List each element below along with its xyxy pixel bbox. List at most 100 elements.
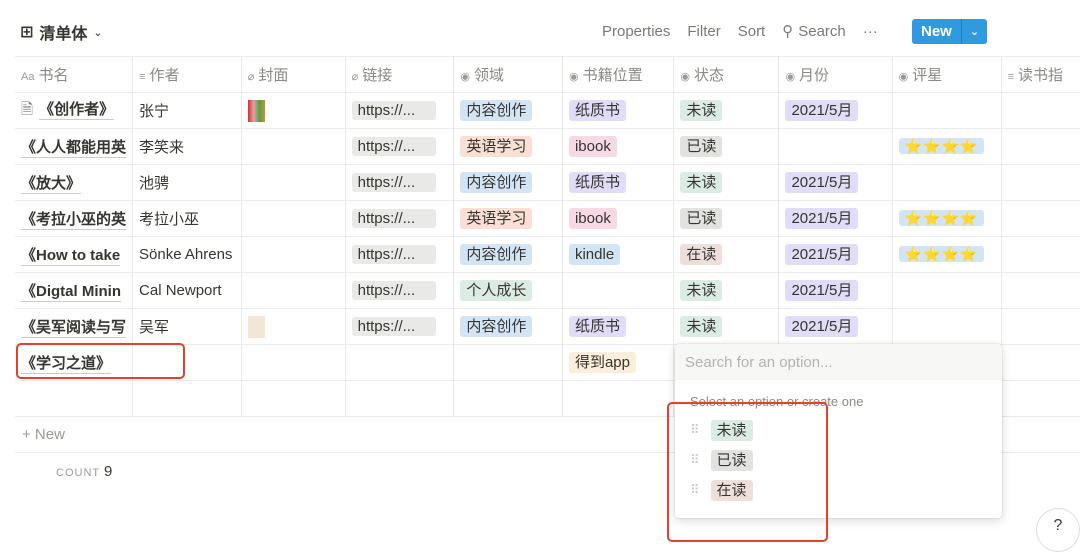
link-chip[interactable]: https://... xyxy=(351,173,436,192)
table-cell[interactable]: 《人人都能用英 xyxy=(15,128,134,165)
option-search-input[interactable]: Search for an option... xyxy=(675,344,1002,380)
column-header[interactable]: ◉ 书籍位置 xyxy=(562,56,675,93)
table-cell[interactable]: kindle xyxy=(562,236,675,273)
add-new-row-button[interactable]: + New xyxy=(22,426,65,443)
table-cell[interactable]: 已读 xyxy=(673,200,780,237)
table-cell[interactable] xyxy=(1001,164,1080,201)
table-cell[interactable]: https://... xyxy=(345,164,455,201)
column-header[interactable]: ≡ 作者 xyxy=(132,56,242,93)
column-header[interactable]: ◉ 状态 xyxy=(673,56,780,93)
table-cell[interactable]: 未读 xyxy=(673,164,780,201)
table-cell[interactable]: ⭐⭐⭐⭐ xyxy=(892,200,1002,237)
table-cell[interactable]: 池骋 xyxy=(132,164,242,201)
table-cell[interactable]: 在读 xyxy=(673,236,780,273)
table-cell[interactable] xyxy=(241,344,346,381)
table-cell[interactable]: https://... xyxy=(345,236,455,273)
table-cell[interactable]: 《How to take xyxy=(15,236,134,273)
table-cell[interactable]: ibook xyxy=(562,200,675,237)
column-header[interactable]: ◉ 月份 xyxy=(778,56,893,93)
search-button[interactable]: ⚲ Search xyxy=(782,22,846,40)
table-cell[interactable] xyxy=(1001,200,1080,237)
more-button[interactable]: ··· xyxy=(863,23,878,40)
sort-button[interactable]: Sort xyxy=(738,23,766,40)
table-cell[interactable]: 纸质书 xyxy=(562,92,675,129)
table-cell[interactable] xyxy=(241,200,346,237)
table-cell[interactable] xyxy=(453,380,563,417)
table-cell[interactable] xyxy=(892,272,1002,309)
table-cell[interactable]: 内容创作 xyxy=(453,236,563,273)
table-cell[interactable]: 2021/5月 xyxy=(778,200,893,237)
table-cell[interactable]: 内容创作 xyxy=(453,92,563,129)
table-cell[interactable] xyxy=(345,344,455,381)
table-cell[interactable] xyxy=(241,164,346,201)
table-cell[interactable]: https://... xyxy=(345,92,455,129)
table-row[interactable]: 《考拉小巫的英 考拉小巫 https://... 英语学习 ibook 已读 2… xyxy=(15,200,1080,237)
cover-image[interactable] xyxy=(247,315,265,338)
table-cell[interactable]: 个人成长 xyxy=(453,272,563,309)
column-header[interactable]: ◉ 评星 xyxy=(892,56,1002,93)
table-cell[interactable] xyxy=(1001,272,1080,309)
table-cell[interactable]: 纸质书 xyxy=(562,308,675,345)
properties-button[interactable]: Properties xyxy=(602,23,670,40)
help-button[interactable]: ? xyxy=(1036,508,1080,552)
table-cell[interactable]: 《放大》 xyxy=(15,164,134,201)
book-name[interactable]: 《考拉小巫的英 xyxy=(21,211,127,230)
table-cell[interactable] xyxy=(1001,128,1080,165)
table-cell[interactable]: 《Digtal Minin xyxy=(15,272,134,309)
table-cell[interactable] xyxy=(15,380,134,417)
table-cell[interactable]: 内容创作 xyxy=(453,164,563,201)
table-cell[interactable]: https://... xyxy=(345,200,455,237)
table-cell[interactable]: ibook xyxy=(562,128,675,165)
column-header[interactable]: ◉ 领域 xyxy=(453,56,563,93)
table-cell[interactable]: 未读 xyxy=(673,272,780,309)
table-cell[interactable]: 2021/5月 xyxy=(778,236,893,273)
table-cell[interactable] xyxy=(892,164,1002,201)
table-cell[interactable]: ⭐⭐⭐⭐ xyxy=(892,236,1002,273)
link-chip[interactable]: https://... xyxy=(351,209,436,228)
table-row[interactable]: 《Digtal Minin Cal Newport https://... 个人… xyxy=(15,272,1080,309)
table-cell[interactable]: 《考拉小巫的英 xyxy=(15,200,134,237)
table-cell[interactable]: https://... xyxy=(345,308,455,345)
link-chip[interactable]: https://... xyxy=(351,245,436,264)
table-cell[interactable]: 李笑来 xyxy=(132,128,242,165)
book-name[interactable]: 《吴军阅读与写 xyxy=(21,319,127,338)
table-cell[interactable] xyxy=(892,308,1002,345)
cover-image[interactable] xyxy=(247,99,265,122)
table-cell[interactable]: Cal Newport xyxy=(132,272,242,309)
table-cell[interactable]: 考拉小巫 xyxy=(132,200,242,237)
table-cell[interactable]: 英语学习 xyxy=(453,200,563,237)
table-cell[interactable] xyxy=(1001,236,1080,273)
table-cell[interactable]: https://... xyxy=(345,128,455,165)
link-chip[interactable]: https://... xyxy=(351,281,436,300)
new-button[interactable]: New ⌄ xyxy=(912,19,987,44)
column-header[interactable]: ⌀ 封面 xyxy=(241,56,346,93)
book-name[interactable]: 《创作者》 xyxy=(39,100,115,120)
book-name[interactable]: 《人人都能用英 xyxy=(21,139,127,158)
table-cell[interactable]: 2021/5月 xyxy=(778,272,893,309)
table-cell[interactable]: 得到app xyxy=(562,344,675,381)
table-cell[interactable]: Sönke Ahrens xyxy=(132,236,242,273)
column-header[interactable]: Aa 书名 xyxy=(15,56,134,93)
table-cell[interactable] xyxy=(1001,92,1080,129)
book-name[interactable]: 《放大》 xyxy=(21,175,82,194)
table-cell[interactable]: 吴军 xyxy=(132,308,242,345)
table-cell[interactable] xyxy=(241,272,346,309)
column-header[interactable]: ≡ 读书指 xyxy=(1001,56,1080,93)
table-cell[interactable]: 内容创作 xyxy=(453,308,563,345)
table-cell[interactable] xyxy=(132,380,242,417)
table-row[interactable]: 《放大》 池骋 https://... 内容创作 纸质书 未读 2021/5月 xyxy=(15,164,1080,201)
book-name[interactable]: 《Digtal Minin xyxy=(21,283,121,302)
table-cell[interactable]: 纸质书 xyxy=(562,164,675,201)
count-summary[interactable]: COUNT 9 xyxy=(56,463,112,480)
table-cell[interactable]: 未读 xyxy=(673,92,780,129)
table-row[interactable]: 🗎 《创作者》 张宁 https://... 内容创作 纸质书 未读 2021/5… xyxy=(15,92,1080,129)
table-cell[interactable]: 2021/5月 xyxy=(778,92,893,129)
table-row[interactable]: 《How to take Sönke Ahrens https://... 内容… xyxy=(15,236,1080,273)
table-cell[interactable]: 2021/5月 xyxy=(778,164,893,201)
table-cell[interactable] xyxy=(1001,308,1080,345)
table-cell[interactable] xyxy=(241,92,346,129)
table-cell[interactable] xyxy=(345,380,455,417)
book-name[interactable]: 《How to take xyxy=(21,247,121,266)
column-header[interactable]: ⌀ 链接 xyxy=(345,56,455,93)
table-row[interactable]: 《吴军阅读与写 吴军 https://... 内容创作 纸质书 未读 2021/… xyxy=(15,308,1080,345)
